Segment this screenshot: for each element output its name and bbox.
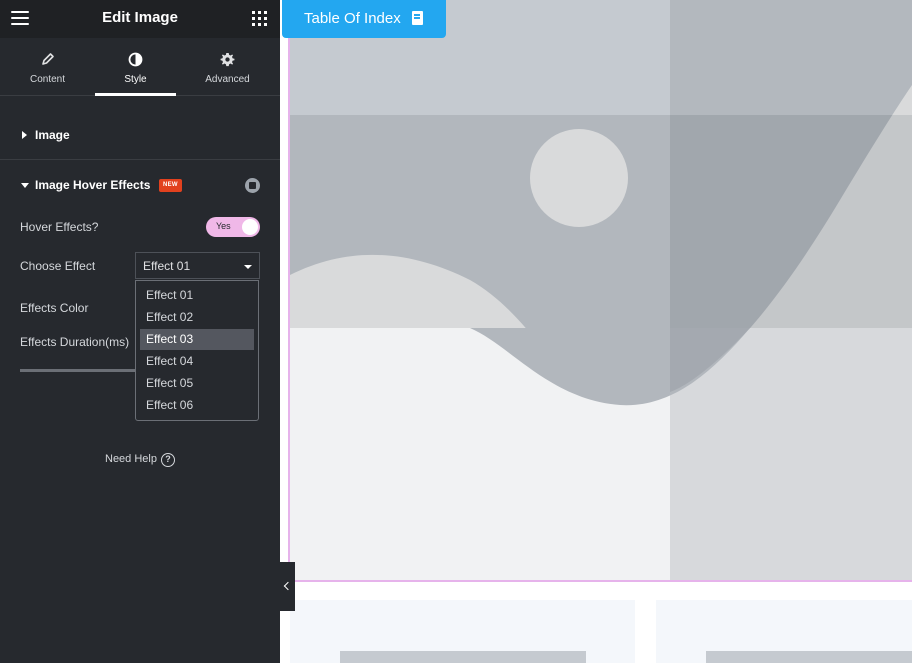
switch-knob bbox=[242, 219, 258, 235]
effects-duration-label: Effects Duration(ms) bbox=[20, 335, 130, 349]
panel-header: Edit Image bbox=[0, 0, 280, 38]
section-outline-left bbox=[288, 38, 290, 584]
dropdown-option[interactable]: Effect 02 bbox=[140, 307, 254, 328]
chevron-down-icon bbox=[244, 265, 252, 269]
book-icon bbox=[412, 11, 423, 25]
hover-effects-switch-text: Yes bbox=[216, 221, 231, 231]
dropdown-option[interactable]: Effect 01 bbox=[140, 285, 254, 306]
effect-dropdown-list: Effect 01 Effect 02 Effect 03 Effect 04 … bbox=[135, 280, 259, 421]
tab-advanced[interactable]: Advanced bbox=[187, 38, 268, 95]
collapse-panel-button[interactable] bbox=[280, 562, 295, 611]
help-circle-icon[interactable]: ? bbox=[161, 453, 175, 467]
preview-canvas bbox=[280, 0, 912, 663]
gear-icon bbox=[187, 50, 268, 68]
panel-tabs: Content Style Advanced bbox=[0, 38, 280, 96]
hover-effects-switch[interactable]: Yes bbox=[206, 217, 260, 237]
table-of-index-label: Table Of Index bbox=[304, 10, 401, 27]
tab-style-label: Style bbox=[124, 74, 147, 85]
dropdown-option[interactable]: Effect 06 bbox=[140, 395, 254, 416]
section-image-label: Image bbox=[35, 128, 70, 142]
section-hover-effects-label: Image Hover Effects bbox=[35, 178, 151, 192]
caret-down-icon bbox=[21, 183, 29, 188]
tab-content[interactable]: Content bbox=[7, 38, 88, 95]
section-image-toggle[interactable]: Image bbox=[0, 96, 280, 160]
table-of-index-button[interactable]: Table Of Index bbox=[282, 0, 446, 38]
elementskit-icon bbox=[245, 178, 260, 193]
editor-panel: Edit Image Content Style Advanced Image … bbox=[0, 0, 280, 663]
contrast-icon bbox=[95, 50, 176, 68]
tab-style[interactable]: Style bbox=[95, 38, 176, 96]
tab-content-label: Content bbox=[29, 74, 66, 85]
image-placeholder[interactable] bbox=[280, 0, 912, 663]
choose-effect-label: Choose Effect bbox=[20, 259, 96, 273]
dropdown-option[interactable]: Effect 04 bbox=[140, 351, 254, 372]
effects-color-label: Effects Color bbox=[20, 301, 89, 315]
new-badge: NEW bbox=[159, 179, 182, 192]
effects-duration-slider[interactable] bbox=[20, 369, 136, 372]
caret-right-icon bbox=[22, 131, 27, 139]
section-outline-bottom bbox=[288, 580, 912, 582]
hover-effects-label: Hover Effects? bbox=[20, 220, 99, 234]
section-hover-effects-toggle[interactable]: Image Hover Effects NEW bbox=[0, 170, 280, 200]
dropdown-option-highlighted[interactable]: Effect 03 bbox=[140, 329, 254, 350]
choose-effect-select[interactable]: Effect 01 bbox=[135, 252, 260, 279]
need-help-link[interactable]: Need Help bbox=[105, 453, 157, 465]
pencil-icon bbox=[7, 50, 88, 68]
panel-title: Edit Image bbox=[102, 9, 178, 26]
tab-advanced-label: Advanced bbox=[205, 74, 250, 85]
dropdown-option[interactable]: Effect 05 bbox=[140, 373, 254, 394]
widgets-grid-icon[interactable] bbox=[252, 11, 267, 26]
choose-effect-value: Effect 01 bbox=[143, 259, 191, 273]
